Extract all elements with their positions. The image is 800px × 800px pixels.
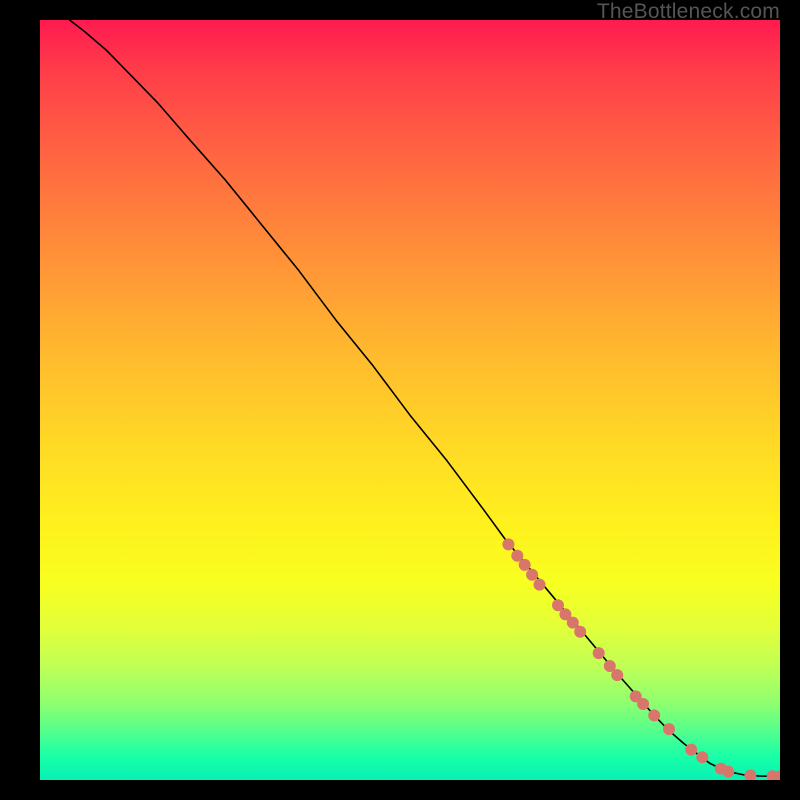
data-point xyxy=(534,579,546,591)
data-point xyxy=(593,647,605,659)
data-point xyxy=(663,723,675,735)
data-point xyxy=(637,698,649,710)
curve-line xyxy=(70,20,780,776)
plot-area xyxy=(40,20,780,780)
data-point xyxy=(722,766,734,778)
chart-frame: TheBottleneck.com xyxy=(0,0,800,800)
data-markers xyxy=(502,538,780,780)
data-point xyxy=(526,569,538,581)
data-point xyxy=(685,744,697,756)
data-point xyxy=(574,626,586,638)
data-point xyxy=(502,538,514,550)
data-point xyxy=(648,709,660,721)
data-point xyxy=(744,769,756,780)
data-point xyxy=(519,559,531,571)
data-point xyxy=(696,751,708,763)
data-point xyxy=(611,669,623,681)
plot-svg xyxy=(40,20,780,780)
